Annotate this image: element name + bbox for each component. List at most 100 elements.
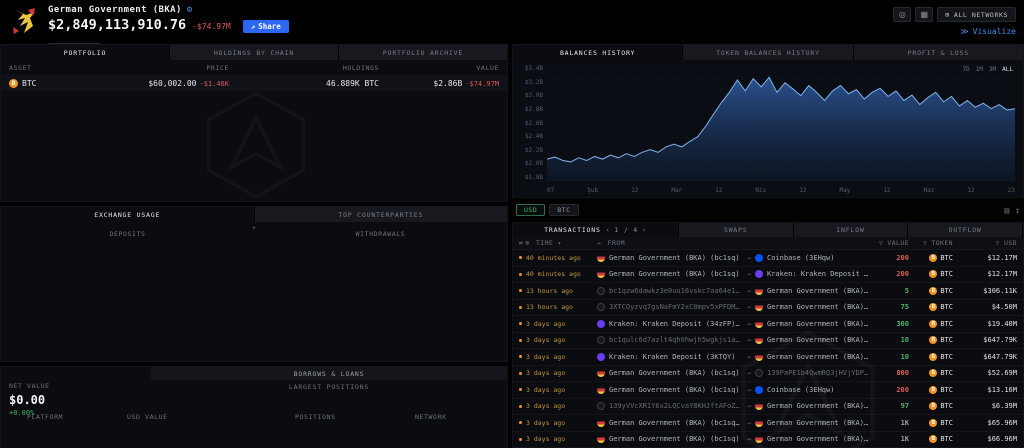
next-page-icon[interactable]: › (642, 226, 647, 234)
portfolio-row-btc[interactable]: B BTC $60,002.00-$1.46K 46.889K BTC $2.8… (1, 75, 507, 91)
tx-time-cell[interactable]: 3 days ago (519, 353, 597, 361)
tab-holdings-by-chain[interactable]: HOLDINGS BY CHAIN (170, 45, 339, 60)
download-icon[interactable]: ↧ (1015, 206, 1020, 215)
tab-inflow[interactable]: INFLOW (794, 223, 909, 237)
tab-top-counterparties[interactable]: TOP COUNTERPARTIES (255, 207, 508, 222)
col-network[interactable]: NETWORK (415, 413, 495, 421)
usd-toggle-button[interactable]: USD (516, 204, 545, 216)
tab-swaps[interactable]: SWAPS (679, 223, 794, 237)
col-asset[interactable]: ASSET (9, 64, 79, 72)
tab-outflow[interactable]: OUTFLOW (908, 223, 1023, 237)
col-from[interactable]: → FROM (597, 239, 743, 247)
tx-time-cell[interactable]: 3 days ago (519, 320, 597, 328)
chevron-down-icon[interactable]: ▾ (252, 224, 256, 232)
tx-to[interactable]: 139PaPE1b4QwmRQ3jHVjYDP47E5VH7ybVu (755, 369, 869, 377)
tx-time-cell[interactable]: 3 days ago (519, 369, 597, 377)
tx-token[interactable]: B BTC (909, 303, 953, 311)
gear-icon[interactable]: ⚙ (187, 5, 192, 15)
columns-icon[interactable]: ▤ (1004, 206, 1009, 215)
tx-to[interactable]: German Government (BKA) (bc1sq) (755, 353, 869, 361)
tab-portfolio[interactable]: PORTFOLIO (1, 45, 170, 60)
col-usd-value[interactable]: USD VALUE (127, 413, 295, 421)
swap-icon[interactable]: ⇄ (519, 239, 523, 247)
transaction-row[interactable]: 3 days ago Kraken: Kraken Deposit (3KTQY… (513, 349, 1023, 366)
tx-time-cell[interactable]: 13 hours ago (519, 287, 597, 295)
tx-from[interactable]: German Government (BKA) (bc1sq) (597, 369, 743, 377)
range-button-7d[interactable]: 7D (962, 66, 969, 73)
tab-balances-history[interactable]: BALANCES HISTORY (513, 45, 683, 60)
tx-to[interactable]: German Government (BKA) (bc1sq) (755, 336, 869, 344)
col-price[interactable]: PRICE (79, 64, 229, 72)
tab-exchange-usage[interactable]: EXCHANGE USAGE (1, 207, 255, 222)
tx-to[interactable]: Coinbase (3EHqw) (755, 386, 869, 394)
transaction-row[interactable]: 3 days ago bc1qulc6d7azlt4qh0hwjh5wgkjs1… (513, 333, 1023, 350)
col-platform[interactable]: PLATFORM (27, 413, 127, 421)
col-token[interactable]: ▽ TOKEN (909, 239, 953, 247)
transaction-row[interactable]: 3 days ago 139yVVcXR1Y6x2LQCvaY8KHJftAFo… (513, 399, 1023, 416)
transaction-row[interactable]: 3 days ago German Government (BKA) (bc1s… (513, 382, 1023, 399)
tx-to[interactable]: Coinbase (3EHqw) (755, 254, 869, 262)
tx-token[interactable]: B BTC (909, 254, 953, 262)
tx-token[interactable]: B BTC (909, 270, 953, 278)
tx-from[interactable]: Kraken: Kraken Deposit (3KTQY) (597, 353, 743, 361)
chart-view-button[interactable]: ▦ (915, 7, 933, 22)
tx-time-cell[interactable]: 3 days ago (519, 435, 597, 443)
tx-time-cell[interactable]: 13 hours ago (519, 303, 597, 311)
all-networks-button[interactable]: ⊞ ALL NETWORKS (937, 7, 1016, 22)
tx-to[interactable]: German Government (BKA) (bc1sq) (755, 402, 869, 410)
tx-from[interactable]: Kraken: Kraken Deposit (34zFP) (+2) (597, 320, 743, 328)
tx-time-cell[interactable]: 40 minutes ago (519, 270, 597, 278)
visualize-link[interactable]: ≫ Visualize (960, 27, 1016, 36)
tx-token[interactable]: B BTC (909, 402, 953, 410)
range-button-1m[interactable]: 1M (976, 66, 983, 73)
tx-token[interactable]: B BTC (909, 336, 953, 344)
tx-from[interactable]: German Government (BKA) (bc1sq) (597, 386, 743, 394)
tx-token[interactable]: B BTC (909, 435, 953, 443)
col-deposits[interactable]: DEPOSITS (1, 230, 254, 238)
tx-from[interactable]: bc1qzw6dawkz3e0uu16vskc7aa64e1qee1etxszr… (597, 287, 743, 295)
tx-to[interactable]: German Government (BKA) (bc1sq) (755, 435, 869, 443)
tx-to[interactable]: German Government (BKA) (bc1sq) (755, 320, 869, 328)
tx-time-cell[interactable]: 3 days ago (519, 386, 597, 394)
range-button-3m[interactable]: 3M (989, 66, 996, 73)
tab-transactions[interactable]: TRANSACTIONS ‹ 1 / 4 › (513, 223, 679, 237)
tx-from[interactable]: German Government (BKA) (bc1sq8) (597, 419, 743, 427)
tab-borrows-loans[interactable]: BORROWS & LOANS (151, 367, 507, 380)
tx-from[interactable]: 139yVVcXR1Y6x2LQCvaY8KHJftAFoZybVu (597, 402, 743, 410)
transaction-row[interactable]: 13 hours ago 3XTCQyzvq7gsNaFmY2xC0mpv5xP… (513, 300, 1023, 317)
tx-to[interactable]: German Government (BKA) (bc1sq) (755, 287, 869, 295)
tx-time-cell[interactable]: 3 days ago (519, 419, 597, 427)
watchlist-button[interactable]: ◎ (893, 7, 911, 22)
prev-page-icon[interactable]: ‹ (606, 226, 611, 234)
tx-from[interactable]: German Government (BKA) (bc1sq) (597, 254, 743, 262)
tx-to[interactable]: Kraken: Kraken Deposit (34zFP) (755, 270, 869, 278)
transaction-row[interactable]: 13 hours ago bc1qzw6dawkz3e0uu16vskc7aa6… (513, 283, 1023, 300)
col-time[interactable]: ⇄⊕ TIME ▾ (519, 239, 597, 247)
tx-to[interactable]: German Government (BKA) (bc1sq) (755, 419, 869, 427)
tx-time-cell[interactable]: 40 minutes ago (519, 254, 597, 262)
tx-to[interactable]: German Government (BKA) (bc1sq) (755, 303, 869, 311)
share-button[interactable]: ↗ Share (243, 20, 289, 33)
transaction-row[interactable]: 40 minutes ago German Government (BKA) (… (513, 267, 1023, 284)
col-holdings[interactable]: HOLDINGS (229, 64, 379, 72)
tx-token[interactable]: B BTC (909, 320, 953, 328)
add-filter-icon[interactable]: ⊕ (525, 239, 529, 247)
tx-token[interactable]: B BTC (909, 386, 953, 394)
tx-from[interactable]: German Government (BKA) (bc1sq) (597, 270, 743, 278)
tx-time-cell[interactable]: 3 days ago (519, 402, 597, 410)
transaction-row[interactable]: 3 days ago German Government (BKA) (bc1s… (513, 432, 1023, 448)
col-tx-value[interactable]: ▽ VALUE (869, 239, 909, 247)
tx-token[interactable]: B BTC (909, 369, 953, 377)
tx-token[interactable]: B BTC (909, 287, 953, 295)
tx-from[interactable]: German Government (BKA) (bc1sq) (597, 435, 743, 443)
transaction-row[interactable]: 3 days ago German Government (BKA) (bc1s… (513, 366, 1023, 383)
col-value[interactable]: VALUE (379, 64, 499, 72)
tx-from[interactable]: bc1qulc6d7azlt4qh0hwjh5wgkjs1akgtqnd321w… (597, 336, 743, 344)
balance-chart[interactable]: 7D1M3MALL $3.4B$3.2B$3.0B$2.8B$2.6B$2.4B… (517, 63, 1017, 195)
tx-token[interactable]: B BTC (909, 353, 953, 361)
tab-token-balances-history[interactable]: TOKEN BALANCES HISTORY (683, 45, 853, 60)
tx-time-cell[interactable]: 3 days ago (519, 336, 597, 344)
tx-token[interactable]: B BTC (909, 419, 953, 427)
btc-toggle-button[interactable]: BTC (549, 204, 578, 216)
tab-profit-loss[interactable]: PROFIT & LOSS (854, 45, 1023, 60)
